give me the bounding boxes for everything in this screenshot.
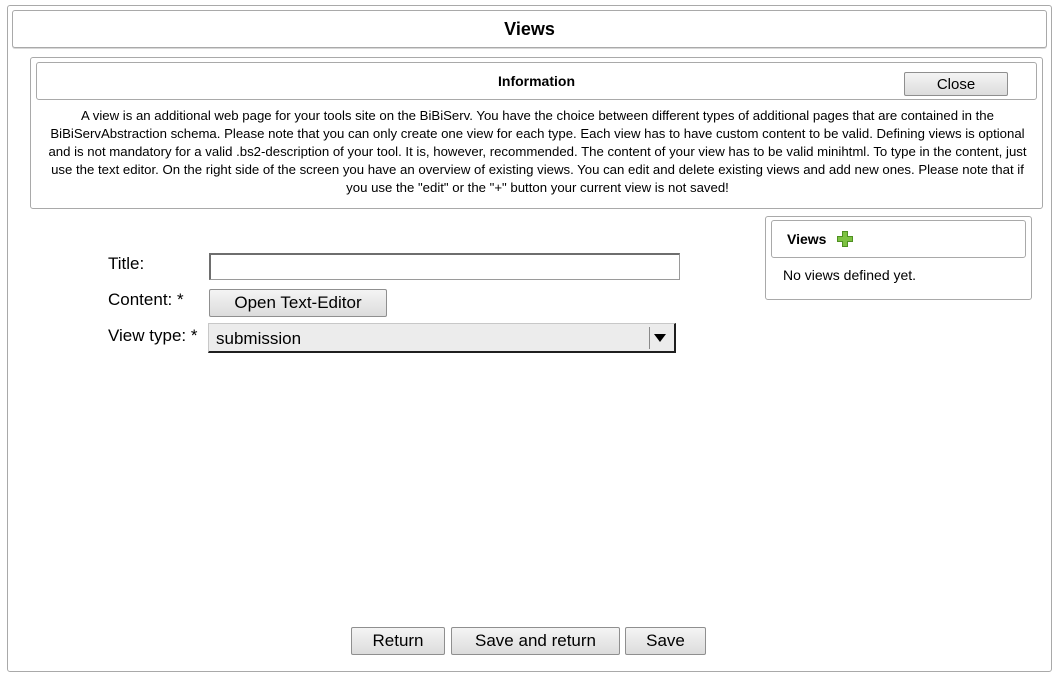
- information-header: Information Close: [36, 62, 1037, 100]
- information-title: Information: [498, 73, 575, 89]
- content-label: Content: *: [108, 290, 184, 309]
- view-type-label: View type: *: [108, 326, 198, 345]
- return-button[interactable]: Return: [351, 627, 445, 655]
- dropdown-arrow-icon[interactable]: [649, 327, 669, 349]
- view-type-select[interactable]: submission: [208, 323, 676, 353]
- close-button[interactable]: Close: [904, 72, 1008, 96]
- views-panel: Views No views defined yet.: [765, 216, 1032, 300]
- open-text-editor-button[interactable]: Open Text-Editor: [209, 289, 387, 317]
- page-header: Views: [12, 10, 1047, 48]
- information-text: A view is an additional web page for you…: [48, 108, 1027, 195]
- page-title: Views: [504, 18, 555, 39]
- title-input[interactable]: [209, 253, 680, 280]
- view-type-selected-value: submission: [216, 329, 302, 348]
- title-label: Title:: [108, 254, 145, 273]
- views-empty-message: No views defined yet.: [783, 267, 917, 283]
- information-panel: Information Close A view is an additiona…: [30, 57, 1043, 209]
- views-panel-header: Views: [771, 220, 1026, 258]
- save-and-return-button[interactable]: Save and return: [451, 627, 620, 655]
- add-view-plus-icon[interactable]: [836, 230, 854, 248]
- views-panel-title: Views: [787, 231, 827, 247]
- save-button[interactable]: Save: [625, 627, 706, 655]
